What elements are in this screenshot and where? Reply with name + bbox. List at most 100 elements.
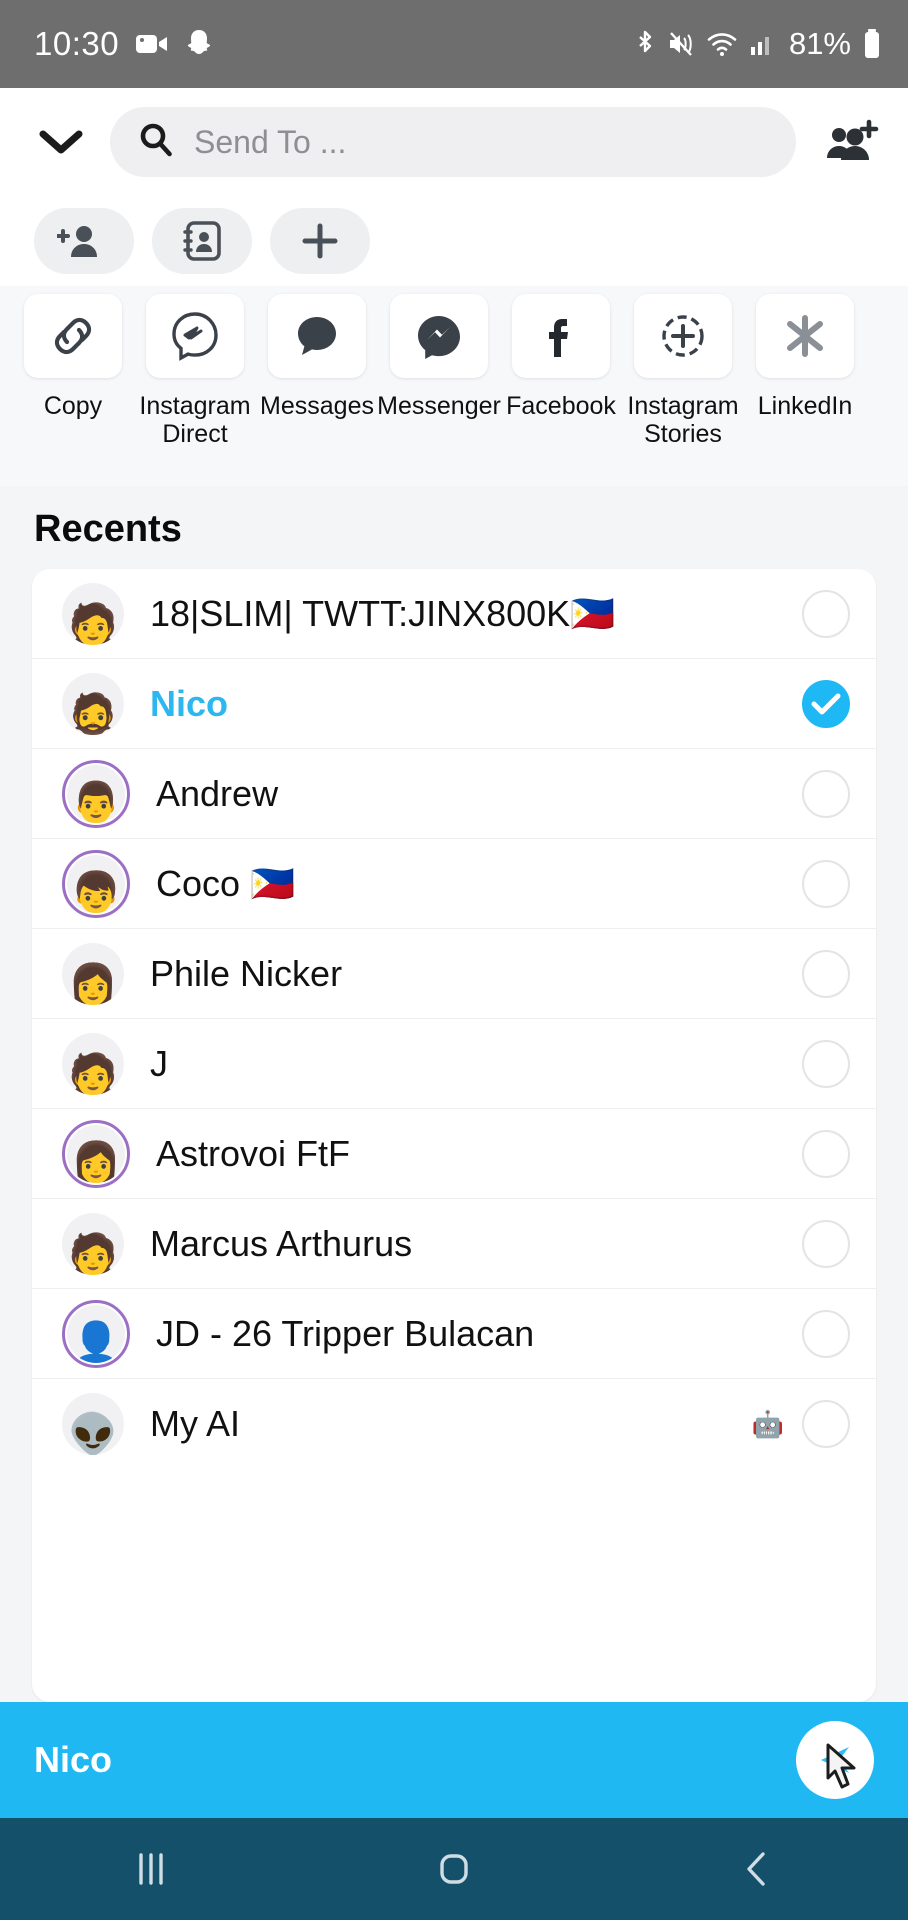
table-row[interactable]: 🧔 Nico — [32, 659, 876, 749]
list-item-name: Nico — [150, 682, 229, 724]
search-placeholder: Send To ... — [194, 123, 347, 160]
status-time: 10:30 — [34, 25, 120, 62]
speech-bubble-icon — [268, 294, 366, 378]
avatar-image: 🧔 — [62, 672, 124, 735]
list-item-name: Coco 🇵🇭 — [156, 862, 295, 904]
quick-action-chips — [0, 196, 908, 286]
list-item-name: Phile Nicker — [150, 952, 343, 994]
add-group-icon[interactable] — [818, 110, 882, 174]
share-targets-scroller[interactable]: Copy Instagram Direct Messages Messenger… — [0, 286, 908, 486]
send-arrow-icon — [821, 1747, 849, 1773]
avatar: 👤 — [62, 1299, 130, 1368]
share-target-copy[interactable]: Copy — [24, 294, 122, 420]
select-toggle[interactable] — [802, 1400, 850, 1448]
avatar: 👦 — [62, 849, 130, 918]
table-row[interactable]: 🧑 18|SLIM| TWTT:JINX800K🇵🇭 — [32, 569, 876, 659]
avatar: 🧑 — [62, 582, 124, 645]
list-item-name: J — [150, 1042, 168, 1084]
select-toggle[interactable] — [802, 1129, 850, 1178]
check-icon — [811, 693, 841, 714]
table-row[interactable]: 👽 My AI 🤖 — [32, 1379, 876, 1469]
status-bar-left: 10:30 — [34, 25, 213, 63]
android-nav-bar — [0, 1818, 908, 1920]
list-item-name: JD - 26 Tripper Bulacan — [156, 1312, 535, 1354]
avatar: 🧑 — [62, 1212, 124, 1275]
avatar: 👩 — [62, 942, 124, 1005]
robot-icon: 🤖 — [751, 1408, 784, 1439]
mute-icon — [667, 30, 695, 58]
contact-book-chip[interactable] — [152, 208, 252, 274]
collapse-chevron-down-icon[interactable] — [34, 115, 88, 169]
table-row[interactable]: 👨 Andrew — [32, 749, 876, 839]
battery-icon — [862, 28, 882, 60]
add-friend-chip[interactable] — [34, 208, 134, 274]
share-target-label: Messages — [260, 392, 374, 420]
nav-recents-button[interactable] — [91, 1833, 211, 1905]
nav-back-button[interactable] — [697, 1833, 817, 1905]
avatar-image: 👦 — [67, 854, 125, 913]
list-item-name: Marcus Arthurus — [150, 1222, 413, 1264]
send-button[interactable] — [796, 1721, 874, 1799]
wifi-icon — [706, 30, 738, 58]
share-target-messenger[interactable]: Messenger — [377, 294, 501, 420]
share-target-label: Instagram Direct — [139, 392, 251, 448]
share-target-label: LinkedIn — [757, 392, 853, 420]
share-target-instagram-stories[interactable]: Instagram Stories — [627, 294, 739, 448]
nav-home-button[interactable] — [394, 1833, 514, 1905]
table-row[interactable]: 👦 Coco 🇵🇭 — [32, 839, 876, 929]
avatar-image: 👩 — [67, 1124, 125, 1183]
link-icon — [24, 294, 122, 378]
avatar-image: 👤 — [67, 1304, 125, 1363]
facebook-icon — [512, 294, 610, 378]
list-item-name: 18|SLIM| TWTT:JINX800K🇵🇭 — [150, 592, 615, 634]
status-bar-right: 81% — [634, 26, 882, 62]
list-item-name: My AI — [150, 1403, 241, 1444]
avatar-image: 🧑 — [62, 1032, 124, 1095]
table-row[interactable]: 🧑 Marcus Arthurus — [32, 1199, 876, 1289]
select-toggle[interactable] — [802, 949, 850, 998]
messenger-icon — [390, 294, 488, 378]
share-target-label: Messenger — [377, 392, 501, 420]
recents-heading: Recents — [0, 486, 908, 569]
search-icon — [138, 122, 174, 163]
table-row[interactable]: 🧑 J — [32, 1019, 876, 1109]
table-row[interactable]: 👩 Astrovoi FtF — [32, 1109, 876, 1199]
select-toggle[interactable] — [802, 1039, 850, 1088]
table-row[interactable]: 👤 JD - 26 Tripper Bulacan — [32, 1289, 876, 1379]
share-target-instagram-direct[interactable]: Instagram Direct — [139, 294, 251, 448]
avatar: 👽 — [62, 1393, 124, 1455]
avatar-image: 👽 — [62, 1393, 124, 1455]
select-toggle[interactable] — [802, 679, 850, 728]
search-input[interactable]: Send To ... — [110, 107, 796, 177]
select-toggle[interactable] — [802, 1219, 850, 1268]
status-bar: 10:30 81% — [0, 0, 908, 88]
avatar: 🧔 — [62, 672, 124, 735]
new-chip[interactable] — [270, 208, 370, 274]
selected-recipients-label: Nico — [34, 1739, 113, 1780]
share-target-label: Copy — [43, 392, 103, 420]
avatar: 🧑 — [62, 1032, 124, 1095]
share-target-linkedin[interactable]: LinkedIn — [756, 294, 854, 420]
list-item-name: Andrew — [156, 772, 279, 814]
instagram-stories-icon — [634, 294, 732, 378]
video-camera-icon — [135, 31, 169, 57]
list-item-name: Astrovoi FtF — [156, 1132, 351, 1174]
instagram-direct-icon — [146, 294, 244, 378]
linkedin-icon — [756, 294, 854, 378]
select-toggle[interactable] — [802, 1309, 850, 1358]
search-header: Send To ... — [0, 88, 908, 196]
snapchat-send-to-screen: 10:30 81% Send To ... Copy Instagram Dir… — [0, 0, 908, 1920]
select-toggle[interactable] — [802, 589, 850, 638]
battery-percent-label: 81% — [788, 26, 851, 61]
avatar: 👩 — [62, 1119, 130, 1188]
select-toggle[interactable] — [802, 769, 850, 818]
avatar: 👨 — [62, 759, 130, 828]
share-target-messages[interactable]: Messages — [260, 294, 374, 420]
avatar-image: 🧑 — [62, 582, 124, 645]
select-toggle[interactable] — [802, 859, 850, 908]
recents-list: 🧑 18|SLIM| TWTT:JINX800K🇵🇭 🧔 Nico 👨 Andr… — [32, 569, 876, 1702]
bluetooth-icon — [634, 29, 656, 59]
share-target-facebook[interactable]: Facebook — [506, 294, 616, 420]
table-row[interactable]: 👩 Phile Nicker — [32, 929, 876, 1019]
share-target-label: Instagram Stories — [627, 392, 739, 448]
